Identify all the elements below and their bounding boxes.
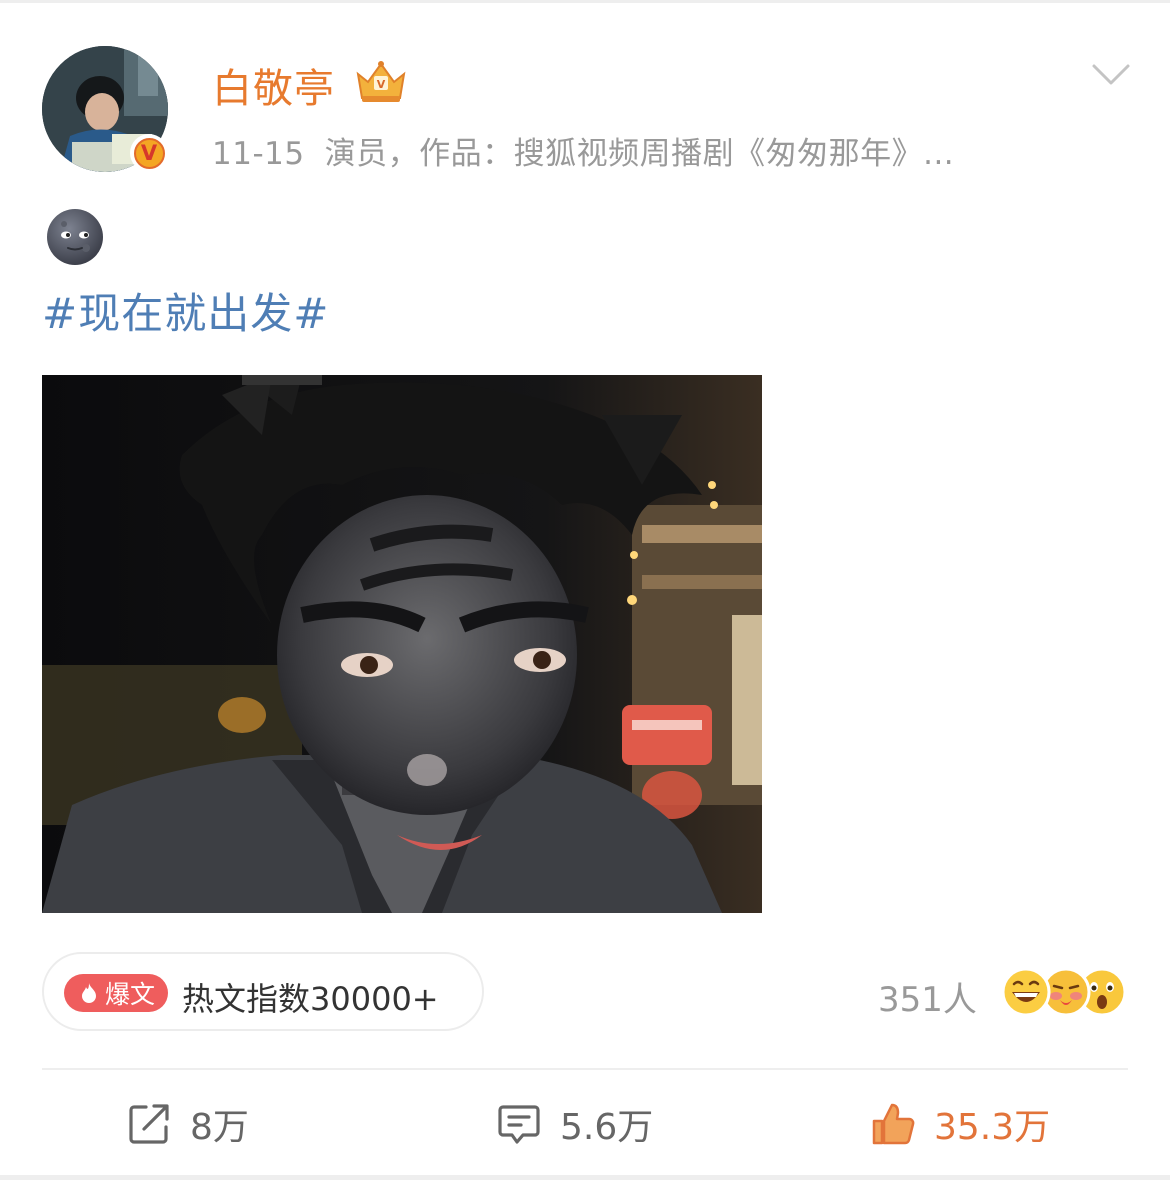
reaction-count[interactable]: 351人 [878,972,977,1021]
svg-text:V: V [377,78,386,91]
top-border [0,0,1170,3]
new-moon-face-emoji [47,209,103,265]
comment-count: 5.6万 [560,1107,654,1148]
action-divider [42,1068,1128,1070]
fire-icon [81,983,96,1003]
comment-button[interactable]: 5.6万 [496,1098,653,1150]
like-button[interactable]: 35.3万 [870,1098,1050,1150]
chevron-down-icon[interactable] [1091,62,1131,88]
repost-count: 8万 [190,1107,249,1148]
reaction-emoji-stack[interactable] [1000,966,1128,1018]
post-source: 演员，作品：搜狐视频周播剧《匆匆那年》... [324,136,955,172]
repost-icon [129,1104,169,1144]
hot-tag: 爆文 [64,974,168,1012]
hot-tag-label: 爆文 [104,980,155,1009]
comment-icon [498,1105,540,1144]
thumbs-up-icon [872,1103,915,1145]
post-meta: 11-15 演员，作品：搜狐视频周播剧《匆匆那年》... [212,128,954,173]
verified-badge: V [130,134,168,172]
repost-button[interactable]: 8万 [126,1098,249,1150]
like-count: 35.3万 [934,1107,1051,1148]
bottom-border [0,1175,1170,1180]
laughing-emoji [1001,967,1051,1017]
crown-icon: V [356,61,406,102]
hot-article-pill[interactable]: 爆文 热文指数30000+ [42,952,484,1031]
topic-hashtag-link[interactable]: #现在就出发# [42,280,329,341]
post-image[interactable] [42,375,762,913]
verified-v-icon: V [133,137,165,169]
hot-index-text: 热文指数30000+ [182,980,439,1018]
author-avatar[interactable]: V [42,46,168,172]
author-name[interactable]: 白敬亭 [212,56,335,114]
post-time: 11-15 [212,136,305,172]
